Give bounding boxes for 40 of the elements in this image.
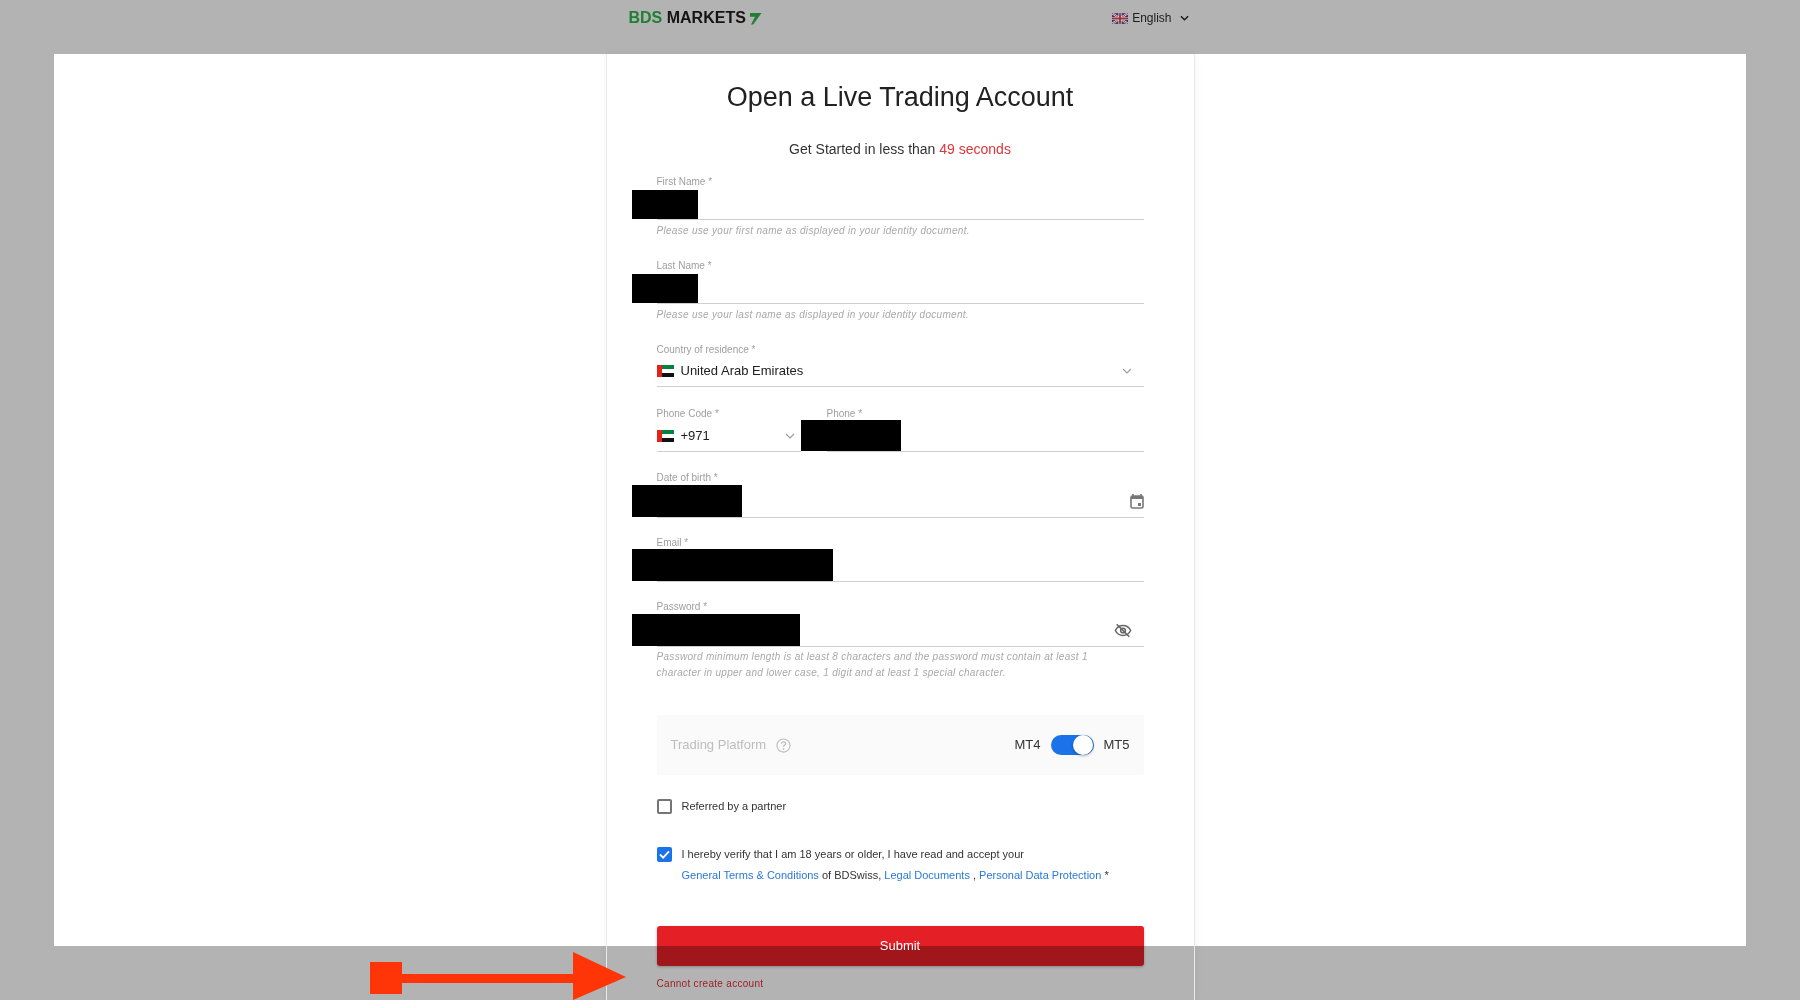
phone-code-select[interactable]: +971 — [656, 420, 801, 452]
flag-icon — [1112, 12, 1129, 24]
submit-button[interactable]: Submit — [656, 926, 1144, 966]
terms-text: I hereby verify that I am 18 years or older, I have read and accept your General Terms & Conditions of BDSwiss, Legal Documents , Personal Data Protection * — [681, 847, 1110, 883]
eye-off-icon[interactable] — [1113, 622, 1132, 638]
flag-icon — [656, 365, 674, 377]
logo-mark-icon — [748, 11, 762, 25]
option-label: MT4 — [1014, 736, 1041, 755]
chevron-down-icon — [1179, 15, 1189, 21]
field-hint: Password minimum length is at least 8 characters and the password must contain at least 1 character in upper and lower case, 1 digit and at least 1 special character. — [656, 650, 1089, 680]
terms-link[interactable]: Personal Data Protection — [979, 869, 1102, 881]
calendar-icon[interactable] — [1129, 493, 1144, 509]
field-label: Country of residence * — [656, 344, 757, 356]
logo-text: BDS MARKETS — [628, 8, 746, 28]
terms-link[interactable]: Legal Documents — [884, 869, 970, 881]
field-hint: Please use your first name as displayed in your identity document. — [656, 225, 971, 237]
platform-label: Trading Platform — [670, 736, 767, 755]
field-label: Email * — [656, 537, 690, 549]
subtitle: Get Started in less than 49 seconds — [788, 140, 1012, 159]
platform-toggle[interactable] — [1050, 735, 1094, 755]
chevron-down-icon — [1121, 368, 1132, 374]
field-label: Last Name * — [656, 260, 713, 272]
field-hint: Please use your last name as displayed in your identity document. — [656, 309, 970, 321]
field-label: Phone * — [826, 408, 864, 420]
option-label: MT5 — [1103, 736, 1130, 755]
checkbox-label: Referred by a partner — [681, 799, 787, 814]
terms-link[interactable]: General Terms & Conditions — [681, 869, 819, 881]
field-label: First Name * — [656, 176, 714, 188]
country-select[interactable]: United Arab Emirates — [656, 356, 1144, 387]
field-label: Date of birth * — [656, 472, 719, 484]
form-title: Open a Live Trading Account — [725, 81, 1075, 113]
flag-icon — [656, 429, 674, 442]
checkbox[interactable] — [656, 847, 672, 862]
field-label: Phone Code * — [656, 408, 720, 420]
language-select[interactable]: English — [1112, 10, 1189, 26]
chevron-down-icon — [784, 432, 795, 439]
checkbox[interactable] — [656, 798, 672, 814]
error-message: Cannot create account — [656, 977, 765, 991]
field-label: Password * — [656, 601, 709, 613]
check-icon — [658, 850, 670, 859]
